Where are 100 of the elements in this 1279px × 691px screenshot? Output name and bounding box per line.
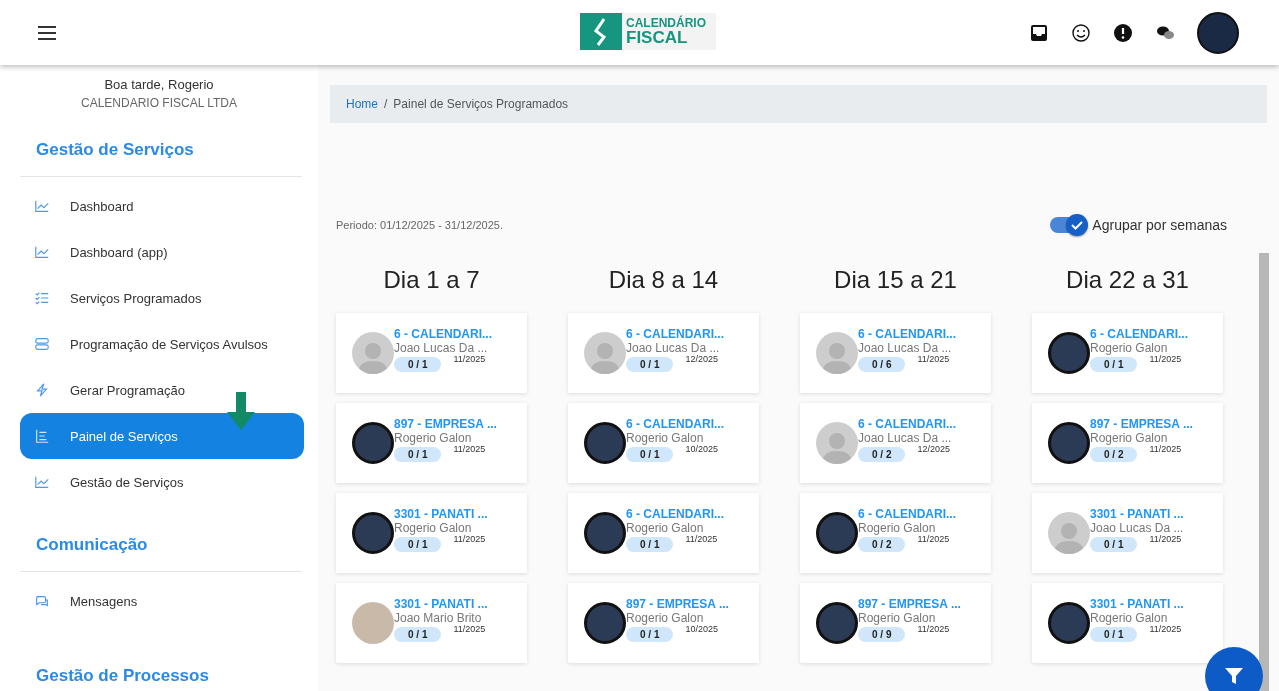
month-text: 11/2025 — [917, 624, 950, 635]
nav-item[interactable]: Gestão de Serviços — [20, 459, 304, 505]
breadcrumb-current: Painel de Serviços Programados — [393, 97, 569, 111]
progress-badge: 0 / 1 — [1090, 626, 1138, 642]
alert-icon[interactable] — [1113, 22, 1133, 43]
service-card[interactable]: 897 - EMPRESA ... Rogerio Galon 0 / 1 10/2025 — [568, 583, 759, 663]
person-name: Rogerio Galon — [626, 521, 705, 535]
person-name: Rogerio Galon — [394, 431, 473, 445]
company-name: 3301 - PANATI ... — [1090, 598, 1184, 612]
month-text: 11/2025 — [917, 354, 950, 365]
person-name: Rogerio Galon — [626, 611, 705, 625]
service-card[interactable]: 6 - CALENDARI... Rogerio Galon 0 / 2 11/2025 — [800, 493, 991, 573]
month-text: 12/2025 — [917, 444, 950, 455]
service-card[interactable]: 6 - CALENDARI... Joao Lucas Da ... 0 / 1 12/2025 — [568, 313, 759, 393]
progress-badge: 0 / 1 — [626, 356, 674, 372]
column-title: Dia 22 a 31 — [1065, 265, 1190, 295]
checklist-icon — [34, 290, 50, 306]
month-text: 12/2025 — [685, 354, 718, 365]
section-title: Comunicação — [20, 535, 302, 572]
progress-badge: 0 / 1 — [626, 536, 674, 552]
inbox-icon[interactable] — [1029, 22, 1049, 43]
company-name: 897 - EMPRESA ... — [1090, 418, 1193, 432]
toggle-switch[interactable] — [1050, 217, 1087, 233]
company-name: 6 - CALENDARI... — [394, 328, 492, 342]
company-name: 6 - CALENDARI... — [626, 508, 724, 522]
company-name: 897 - EMPRESA ... — [394, 418, 497, 432]
scrollbar[interactable] — [1259, 253, 1269, 691]
month-text: 11/2025 — [1149, 624, 1182, 635]
filter-button[interactable] — [1205, 647, 1263, 691]
default-avatar — [816, 332, 858, 374]
line-chart-icon — [34, 198, 50, 214]
progress-badge: 0 / 1 — [394, 626, 442, 642]
company-name: 6 - CALENDARI... — [858, 508, 956, 522]
company-name: 6 - CALENDARI... — [626, 328, 724, 342]
menu-icon[interactable] — [38, 25, 56, 40]
company-name: 6 - CALENDARI... — [858, 418, 956, 432]
nav-item[interactable]: Dashboard (app) — [20, 229, 304, 275]
person-name: Joao Mario Brito — [394, 611, 483, 625]
group-by-weeks-toggle[interactable]: Agrupar por semanas — [1044, 216, 1233, 234]
service-card[interactable]: 6 - CALENDARI... Joao Lucas Da ... 0 / 6 11/2025 — [800, 313, 991, 393]
greeting: Boa tarde, Rogerio — [103, 77, 215, 92]
progress-badge: 0 / 6 — [858, 356, 906, 372]
person-name: Joao Lucas Da ... — [858, 431, 953, 445]
avatar-photo — [816, 512, 858, 554]
chat-bubbles-icon — [34, 593, 50, 609]
default-avatar — [1048, 512, 1090, 554]
avatar-photo — [1048, 422, 1090, 464]
company-name: 3301 - PANATI ... — [394, 508, 488, 522]
default-avatar — [816, 422, 858, 464]
progress-badge: 0 / 1 — [626, 446, 674, 462]
month-text: 11/2025 — [685, 534, 718, 545]
service-card[interactable]: 6 - CALENDARI... Joao Lucas Da ... 0 / 2 12/2025 — [800, 403, 991, 483]
progress-badge: 0 / 1 — [394, 446, 442, 462]
service-card[interactable]: 897 - EMPRESA ... Rogerio Galon 0 / 9 11/2025 — [800, 583, 991, 663]
month-text: 11/2025 — [453, 444, 486, 455]
avatar-photo — [584, 602, 626, 644]
service-card[interactable]: 6 - CALENDARI... Rogerio Galon 0 / 1 11/2025 — [568, 493, 759, 573]
user-avatar[interactable] — [1197, 11, 1239, 54]
lightning-icon — [34, 382, 50, 398]
breadcrumb-separator: / — [384, 97, 388, 111]
nav-item[interactable]: Painel de Serviços — [20, 413, 304, 459]
progress-badge: 0 / 1 — [626, 626, 674, 642]
service-card[interactable]: 6 - CALENDARI... Rogerio Galon 0 / 1 11/2025 — [1032, 313, 1223, 393]
default-avatar — [352, 332, 394, 374]
nav-item[interactable]: Serviços Programados — [20, 275, 304, 321]
service-card[interactable]: 897 - EMPRESA ... Rogerio Galon 0 / 2 11/2025 — [1032, 403, 1223, 483]
service-card[interactable]: 3301 - PANATI ... Rogerio Galon 0 / 1 11/2025 — [1032, 583, 1223, 663]
breadcrumb-link[interactable]: Home — [346, 97, 378, 111]
service-card[interactable]: 3301 - PANATI ... Rogerio Galon 0 / 1 11/2025 — [336, 493, 527, 573]
down-arrow-icon — [226, 392, 256, 430]
section-title: Gestão de Serviços — [20, 140, 302, 177]
nav-item[interactable]: Programação de Serviços Avulsos — [20, 321, 304, 367]
company-name: 3301 - PANATI ... — [394, 598, 488, 612]
nav-item[interactable]: Mensagens — [20, 578, 304, 624]
company-name: 6 - CALENDARI... — [1090, 328, 1188, 342]
avatar-photo — [584, 422, 626, 464]
section-title: Gestão de Processos — [35, 666, 210, 687]
line-chart-icon — [34, 474, 50, 490]
avatar-photo — [352, 512, 394, 554]
month-text: 11/2025 — [453, 534, 486, 545]
month-text: 11/2025 — [1149, 444, 1182, 455]
avatar-photo — [584, 512, 626, 554]
progress-badge: 0 / 1 — [1090, 536, 1138, 552]
service-card[interactable]: 3301 - PANATI ... Joao Lucas Da ... 0 / 1 11/2025 — [1032, 493, 1223, 573]
column-title: Dia 1 a 7 — [382, 265, 481, 295]
person-name: Joao Lucas Da ... — [626, 341, 721, 355]
nav-item[interactable]: Gerar Programação — [20, 367, 304, 413]
service-card[interactable]: 6 - CALENDARI... Rogerio Galon 0 / 1 10/2025 — [568, 403, 759, 483]
person-name: Rogerio Galon — [1090, 341, 1169, 355]
smiley-icon[interactable] — [1071, 22, 1091, 43]
progress-badge: 0 / 1 — [1090, 356, 1138, 372]
company-name: 897 - EMPRESA ... — [858, 598, 961, 612]
avatar-photo — [1048, 602, 1090, 644]
service-card[interactable]: 6 - CALENDARI... Joao Lucas Da ... 0 / 1 11/2025 — [336, 313, 527, 393]
company-name: 3301 - PANATI ... — [1090, 508, 1184, 522]
nav-item[interactable]: Dashboard — [20, 183, 304, 229]
service-card[interactable]: 3301 - PANATI ... Joao Mario Brito 0 / 1 11/2025 — [336, 583, 527, 663]
service-card[interactable]: 897 - EMPRESA ... Rogerio Galon 0 / 1 11/2025 — [336, 403, 527, 483]
person-name: Rogerio Galon — [858, 521, 937, 535]
progress-badge: 0 / 1 — [394, 536, 442, 552]
